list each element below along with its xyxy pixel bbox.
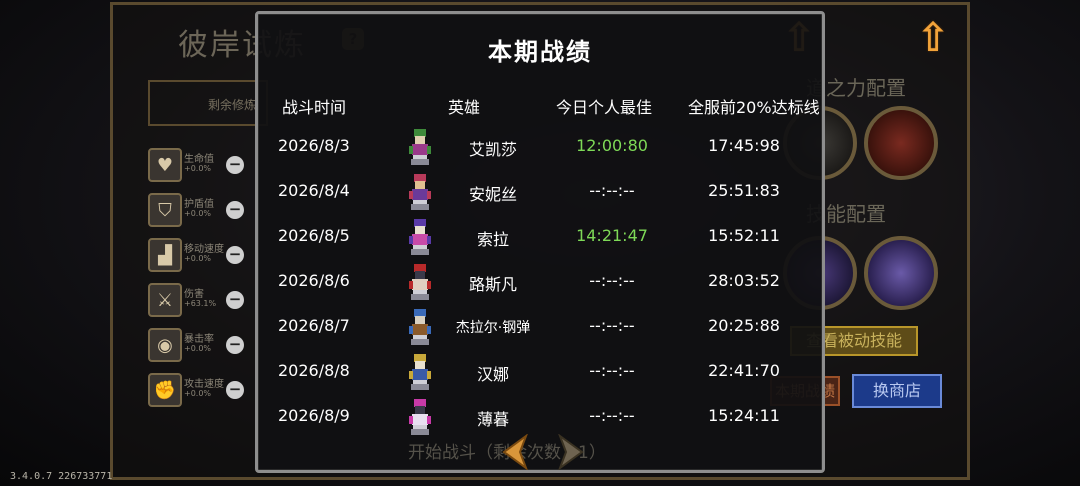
- row-server-line: 20:25:88: [708, 316, 780, 335]
- row-date: 2026/8/4: [278, 181, 350, 200]
- row-hero: 汉娜: [476, 365, 509, 384]
- row-personal-best: --:--:--: [589, 361, 635, 380]
- stat-row-atkspeed: ✊ 攻击速度 +0.0% −: [144, 373, 254, 417]
- version-label: 3.4.0.7 226733771: [10, 471, 113, 482]
- table-row: 2026/8/5 索拉 14:21:47 15:52:11: [258, 214, 828, 259]
- stat-row-damage: ⚔ 伤害 +63.1% −: [144, 283, 254, 327]
- row-date: 2026/8/3: [278, 136, 350, 155]
- remaining-label: 剩余修炼: [148, 80, 268, 126]
- dialog-title: 本期战绩: [488, 38, 592, 66]
- row-server-line: 15:24:11: [708, 406, 780, 425]
- row-personal-best: --:--:--: [589, 316, 635, 335]
- stat-name: 生命值: [184, 154, 214, 165]
- fist-icon: ✊: [148, 373, 182, 407]
- row-server-line: 17:45:98: [708, 136, 780, 155]
- header-hero: 英雄: [448, 98, 481, 117]
- skill-slot-2[interactable]: [864, 236, 938, 310]
- row-server-line: 25:51:83: [708, 181, 780, 200]
- minus-button[interactable]: −: [226, 336, 244, 354]
- row-personal-best: 12:00:80: [576, 136, 648, 155]
- stat-value: +0.0%: [184, 344, 212, 353]
- stat-name: 伤害: [184, 289, 204, 300]
- stat-row-hp: ♥ 生命值 +0.0% −: [144, 148, 254, 192]
- header-server-line: 全服前20%达标线: [688, 98, 820, 117]
- stat-value: +0.0%: [184, 254, 212, 263]
- stat-name: 移动速度: [184, 244, 224, 255]
- previous-page-button[interactable]: [500, 434, 530, 470]
- minus-button[interactable]: −: [226, 381, 244, 399]
- stat-name: 攻击速度: [184, 379, 224, 390]
- row-hero: 索拉: [476, 230, 509, 249]
- season-record-dialog: 本期战绩 战斗时间 英雄 今日个人最佳 全服前20%达标线 2026/8/3 艾凯…: [255, 11, 825, 473]
- minus-button[interactable]: −: [226, 156, 244, 174]
- eye-icon: ◉: [148, 328, 182, 362]
- stat-row-crit: ◉ 暴击率 +0.0% −: [144, 328, 254, 372]
- row-server-line: 22:41:70: [708, 361, 780, 380]
- table-row: 2026/8/3 艾凯莎 12:00:80 17:45:98: [258, 124, 828, 169]
- row-personal-best: --:--:--: [589, 271, 635, 290]
- shield-icon: ⛉: [148, 193, 182, 227]
- stat-value: +0.0%: [184, 389, 212, 398]
- row-date: 2026/8/6: [278, 271, 350, 290]
- stat-name: 护盾值: [184, 199, 214, 210]
- row-hero: 艾凯莎: [468, 140, 517, 159]
- stat-row-speed: ▟ 移动速度 +0.0% −: [144, 238, 254, 282]
- table-row: 2026/8/7 杰拉尔·钢弹 --:--:-- 20:25:88: [258, 304, 828, 349]
- row-server-line: 28:03:52: [708, 271, 780, 290]
- heart-icon: ♥: [148, 148, 182, 182]
- stat-value: +0.0%: [184, 164, 212, 173]
- row-date: 2026/8/8: [278, 361, 350, 380]
- minus-button[interactable]: −: [226, 201, 244, 219]
- stat-value: +0.0%: [184, 209, 212, 218]
- stat-list: ♥ 生命值 +0.0% − ⛉ 护盾值 +0.0% − ▟ 移动速度 +0.0%…: [144, 148, 254, 418]
- table-row: 2026/8/6 路斯凡 --:--:-- 28:03:52: [258, 259, 828, 304]
- header-date: 战斗时间: [282, 98, 347, 117]
- table-row: 2026/8/9 薄暮 --:--:-- 15:24:11: [258, 394, 828, 439]
- dao-slot-2[interactable]: [864, 106, 938, 180]
- row-hero: 薄暮: [476, 410, 509, 429]
- row-personal-best: --:--:--: [589, 181, 635, 200]
- row-hero: 杰拉尔·钢弹: [455, 320, 531, 336]
- stat-row-shield: ⛉ 护盾值 +0.0% −: [144, 193, 254, 237]
- up-arrow-icon[interactable]: ⇧: [912, 16, 954, 62]
- row-date: 2026/8/7: [278, 316, 350, 335]
- row-date: 2026/8/9: [278, 406, 350, 425]
- row-date: 2026/8/5: [278, 226, 350, 245]
- row-server-line: 15:52:11: [708, 226, 780, 245]
- sword-icon: ⚔: [148, 283, 182, 317]
- table-row: 2026/8/4 安妮丝 --:--:-- 25:51:83: [258, 169, 828, 214]
- shop-button[interactable]: 换商店: [852, 374, 942, 408]
- minus-button[interactable]: −: [226, 246, 244, 264]
- row-hero: 路斯凡: [468, 275, 517, 294]
- stat-value: +63.1%: [184, 299, 217, 308]
- boot-icon: ▟: [148, 238, 182, 272]
- table-row: 2026/8/8 汉娜 --:--:-- 22:41:70: [258, 349, 828, 394]
- row-hero: 安妮丝: [468, 185, 517, 204]
- next-page-button[interactable]: [556, 434, 586, 470]
- row-personal-best: 14:21:47: [576, 226, 648, 245]
- row-personal-best: --:--:--: [589, 406, 635, 425]
- stat-name: 暴击率: [184, 334, 214, 345]
- header-personal-best: 今日个人最佳: [556, 98, 653, 117]
- minus-button[interactable]: −: [226, 291, 244, 309]
